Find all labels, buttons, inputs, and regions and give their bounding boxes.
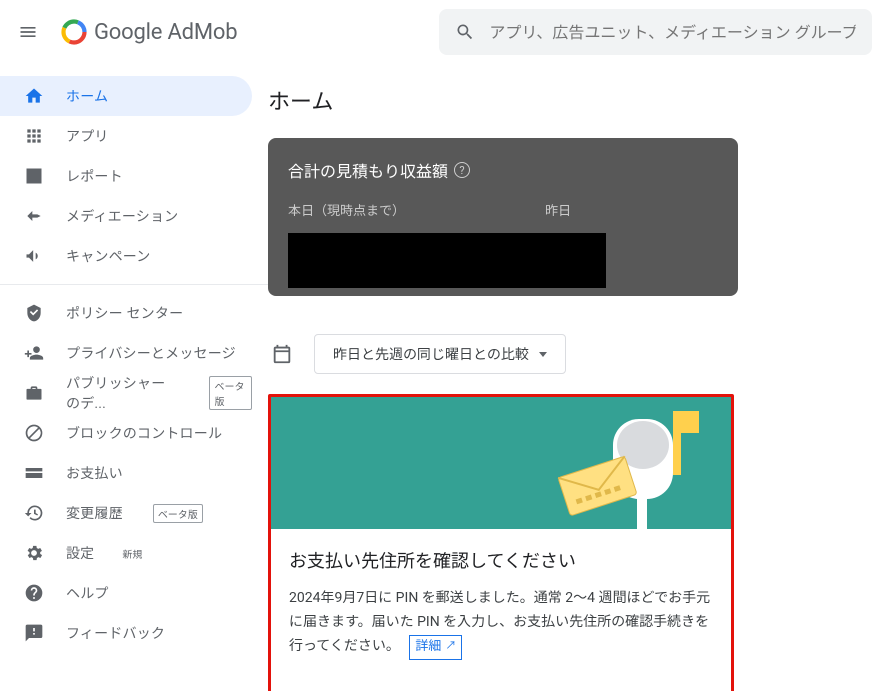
apps-icon [24,126,44,146]
bar-icon [24,166,44,186]
sidebar-item-bar[interactable]: レポート [0,156,252,196]
sidebar-item-block[interactable]: ブロックのコントロール [0,413,252,453]
sidebar-item-label: アプリ [66,126,109,146]
sidebar-item-label: ポリシー センター [66,303,183,323]
pin-card-title: お支払い先住所を確認してください [289,547,713,573]
earnings-values-redacted [288,233,606,288]
pin-details-link[interactable]: 詳細↗ [409,635,462,660]
sidebar-item-payments[interactable]: お支払い [0,453,252,493]
sidebar-item-label: パブリッシャーのデ... [66,373,179,413]
earnings-today-label: 本日（現時点まで） [288,200,405,219]
sidebar-item-label: ブロックのコントロール [66,423,222,443]
product-logo[interactable]: Google AdMob [52,18,237,46]
sidebar-item-label: キャンペーン [66,246,151,266]
sidebar-item-megaphone[interactable]: キャンペーン [0,236,252,276]
sidebar-item-feedback[interactable]: フィードバック [0,613,252,653]
history-icon [24,503,44,523]
sidebar: ホームアプリレポートメディエーションキャンペーン ポリシー センタープライバシー… [0,64,268,691]
sidebar-item-history[interactable]: 変更履歴 ベータ版 [0,493,252,533]
sidebar-item-label: メディエーション [66,206,178,226]
page-title: ホーム [268,84,888,116]
block-icon [24,423,44,443]
sidebar-item-mediation[interactable]: メディエーション [0,196,252,236]
pin-card-text: 2024年9月7日に PIN を郵送しました。通常 2～4 週間ほどでお手元に届… [289,587,713,660]
pin-verification-card: お支払い先住所を確認してください 2024年9月7日に PIN を郵送しました。… [268,394,734,691]
sidebar-item-label: ヘルプ [66,583,109,603]
new-badge: 新規 [122,546,142,561]
product-name: Google AdMob [94,20,237,45]
sidebar-item-person-plus[interactable]: プライバシーとメッセージ [0,333,252,373]
earnings-title: 合計の見積もり収益額 [288,158,448,182]
mailbox-icon [541,411,711,531]
app-header: Google AdMob [0,0,888,64]
megaphone-icon [24,246,44,266]
feedback-icon [24,623,44,643]
search-icon [455,22,475,42]
main-content: ホーム 合計の見積もり収益額 ? 本日（現時点まで） 昨日 昨日と先週の同じ曜日… [268,64,888,691]
home-icon [24,86,44,106]
briefcase-icon [24,383,44,403]
help-icon[interactable]: ? [454,162,470,178]
sidebar-item-home[interactable]: ホーム [0,76,252,116]
beta-badge: ベータ版 [209,376,252,410]
sidebar-item-label: お支払い [66,463,123,483]
help-icon [24,583,44,603]
nav-separator [0,284,268,285]
compare-dropdown[interactable]: 昨日と先週の同じ曜日との比較 [314,334,566,374]
sidebar-item-label: 変更履歴 [66,503,123,523]
sidebar-item-help[interactable]: ヘルプ [0,573,252,613]
sidebar-item-label: レポート [66,166,123,186]
person-plus-icon [24,343,44,363]
payments-icon [24,463,44,483]
sidebar-item-shield[interactable]: ポリシー センター [0,293,252,333]
sidebar-item-gear[interactable]: 設定 新規 [0,533,252,573]
shield-icon [24,303,44,323]
mediation-icon [24,206,44,226]
calendar-icon[interactable] [268,340,296,368]
sidebar-item-apps[interactable]: アプリ [0,116,252,156]
beta-badge: ベータ版 [153,504,203,523]
search-input[interactable] [489,23,856,42]
search-box[interactable] [439,9,872,55]
sidebar-item-label: フィードバック [66,623,165,643]
gear-icon [24,543,44,563]
earnings-yesterday-label: 昨日 [545,200,571,219]
earnings-card: 合計の見積もり収益額 ? 本日（現時点まで） 昨日 [268,138,738,296]
sidebar-item-label: プライバシーとメッセージ [66,343,236,363]
sidebar-item-label: 設定 [66,543,94,563]
admob-logo-icon [60,18,88,46]
compare-label: 昨日と先週の同じ曜日との比較 [333,344,529,364]
external-link-icon: ↗ [445,637,456,656]
menu-icon[interactable] [16,20,40,44]
pin-hero-image [271,397,731,529]
chevron-down-icon [539,352,547,357]
sidebar-item-label: ホーム [66,86,108,106]
sidebar-item-briefcase[interactable]: パブリッシャーのデ... ベータ版 [0,373,252,413]
